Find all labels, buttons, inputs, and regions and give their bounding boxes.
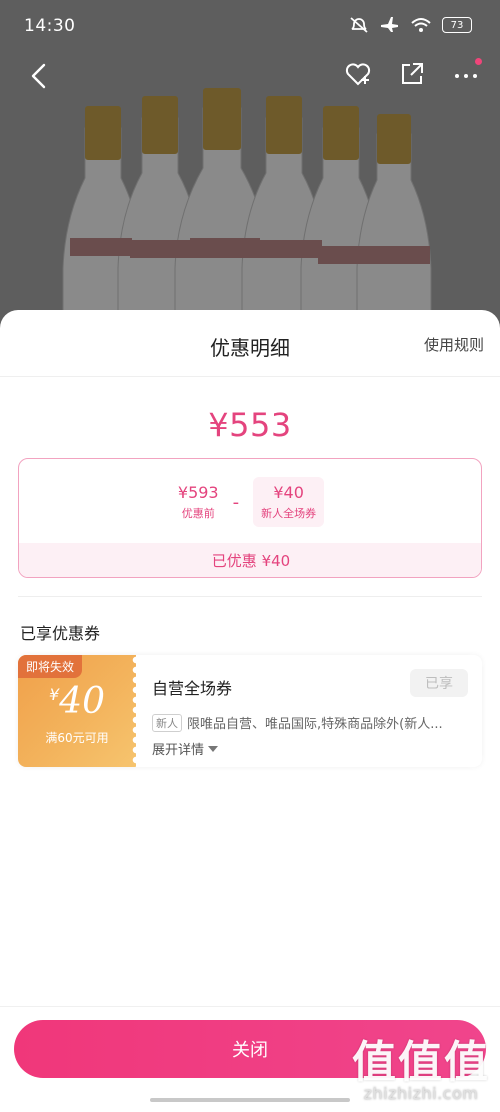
product-background: 14:30 73 [0, 0, 500, 340]
saved-amount-bar: 已优惠 ¥40 [19, 543, 481, 577]
status-time: 14:30 [24, 16, 76, 36]
price-calculation-row: ¥593 优惠前 - ¥40 新人全场券 [19, 473, 481, 531]
mute-icon [350, 17, 368, 33]
coupon-discount-label: 新人全场券 [261, 507, 317, 520]
used-coupons-title: 已享优惠券 [20, 624, 101, 643]
battery-icon: 73 [442, 17, 472, 33]
status-bar: 14:30 73 [0, 0, 500, 54]
coupon-value: ¥40 [18, 681, 136, 722]
original-price-label: 优惠前 [181, 507, 215, 520]
watermark-logo: 值值值 [352, 1037, 490, 1088]
expiring-tag: 即将失效 [18, 655, 83, 678]
product-image [62, 88, 432, 340]
coupon-applied-button[interactable]: 已享 [410, 669, 468, 697]
coupon-discount: ¥40 新人全场券 [253, 477, 325, 527]
price-calculation-box: ¥593 优惠前 - ¥40 新人全场券 已优惠 ¥40 [18, 458, 482, 578]
coupon-condition: 满60元可用 [45, 731, 109, 745]
nav-actions [344, 58, 482, 88]
watermark: 值值值 zhizhizhi.com [352, 1026, 490, 1103]
share-icon[interactable] [398, 60, 426, 88]
expand-details-label: 展开详情 [152, 743, 205, 758]
divider [0, 376, 500, 377]
back-icon[interactable] [26, 62, 54, 90]
notification-dot [475, 58, 482, 65]
watermark-url: zhizhizhi.com [363, 1084, 479, 1103]
expand-details-link[interactable]: 展开详情 [152, 739, 219, 758]
chevron-down-icon [208, 745, 219, 752]
new-user-tag: 新人 [152, 713, 182, 732]
coupon-value-number: 40 [59, 681, 105, 722]
coupon-card: 即将失效 ¥40 满60元可用 自营全场券 已享 新人 限唯品自营、唯品国际,特… [18, 655, 482, 767]
coupon-name: 自营全场券 [152, 679, 233, 698]
usage-rules-link[interactable]: 使用规则 [424, 334, 484, 355]
home-indicator[interactable] [150, 1098, 350, 1102]
favorite-add-icon[interactable] [344, 60, 372, 88]
status-icons: 73 [348, 16, 472, 34]
final-price: ¥553 [208, 406, 292, 444]
coupon-value-panel: 即将失效 ¥40 满60元可用 [18, 655, 140, 767]
divider [0, 1006, 500, 1007]
divider [18, 596, 482, 597]
coupon-description: 新人 限唯品自营、唯品国际,特殊商品除外(新人... [152, 713, 468, 732]
more-icon[interactable] [452, 58, 482, 88]
airplane-icon [381, 17, 398, 32]
coupon-description-text: 限唯品自营、唯品国际,特殊商品除外(新人... [187, 717, 443, 732]
coupon-yen: ¥ [49, 685, 60, 704]
discount-detail-sheet: 优惠明细 使用规则 ¥553 ¥593 优惠前 - ¥40 新人全场券 已优惠 … [0, 310, 500, 1112]
original-price-amount: ¥593 [177, 483, 219, 502]
coupon-discount-amount: ¥40 [273, 483, 304, 502]
original-price: ¥593 优惠前 [178, 483, 219, 521]
minus-sign: - [232, 491, 240, 513]
wifi-icon [411, 18, 431, 32]
